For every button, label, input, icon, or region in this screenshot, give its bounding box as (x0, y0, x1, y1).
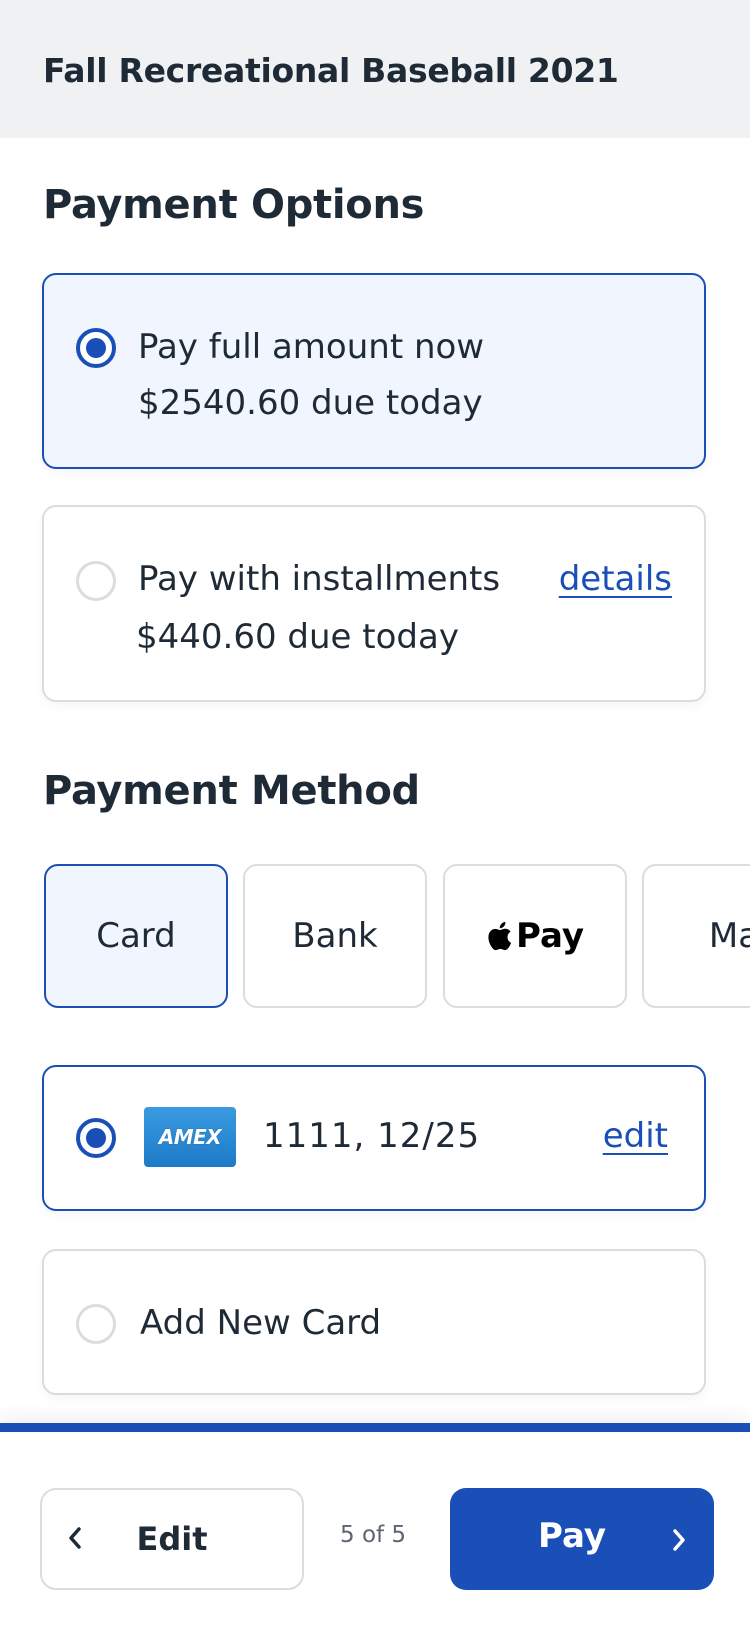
tab-apple-pay[interactable]: Pay (443, 864, 627, 1008)
details-link[interactable]: details (559, 559, 672, 599)
option-amount: $2540.60 due today (138, 383, 483, 423)
card-details: 1111, 12/25 (263, 1116, 481, 1156)
option-label: Pay with installments (138, 559, 501, 599)
option-amount: $440.60 due today (136, 617, 459, 657)
edit-card-link[interactable]: edit (603, 1116, 668, 1156)
payment-options-title: Payment Options (43, 182, 425, 228)
saved-card-amex[interactable]: AMEX 1111, 12/25 edit (42, 1065, 706, 1211)
apple-icon (488, 921, 512, 951)
pay-button[interactable]: Pay (450, 1488, 714, 1590)
header-bar: Fall Recreational Baseball 2021 (0, 0, 750, 138)
apple-pay-mark: Pay (486, 916, 584, 956)
edit-button-label: Edit (136, 1520, 208, 1558)
option-pay-full[interactable]: Pay full amount now $2540.60 due today (42, 273, 706, 469)
tab-card[interactable]: Card (44, 864, 228, 1008)
add-card-label: Add New Card (140, 1303, 382, 1343)
radio-unselected-icon[interactable] (76, 561, 116, 601)
tab-bank[interactable]: Bank (243, 864, 427, 1008)
step-counter: 5 of 5 (340, 1522, 407, 1548)
tab-label: Pay (515, 916, 585, 956)
payment-method-title: Payment Method (43, 768, 420, 814)
radio-unselected-icon[interactable] (76, 1304, 116, 1344)
add-new-card[interactable]: Add New Card (42, 1249, 706, 1395)
tab-label: Ma (708, 916, 750, 956)
radio-selected-icon[interactable] (76, 328, 116, 368)
amex-logo-icon: AMEX (144, 1107, 236, 1167)
tab-more[interactable]: Ma (642, 864, 750, 1008)
option-pay-installments[interactable]: Pay with installments $440.60 due today … (42, 505, 706, 702)
chevron-right-icon (673, 1529, 685, 1551)
card-brand: AMEX (158, 1125, 222, 1149)
payment-method-tabs: Card Bank Pay Ma (42, 862, 750, 1010)
tab-label: Card (96, 916, 176, 956)
tab-label: Bank (292, 916, 378, 956)
radio-selected-icon[interactable] (76, 1118, 116, 1158)
pay-button-label: Pay (537, 1516, 607, 1556)
edit-button[interactable]: Edit (40, 1488, 304, 1590)
option-label: Pay full amount now (138, 327, 485, 367)
page-title: Fall Recreational Baseball 2021 (43, 51, 619, 90)
footer-bar: Edit 5 of 5 Pay (0, 1423, 750, 1633)
